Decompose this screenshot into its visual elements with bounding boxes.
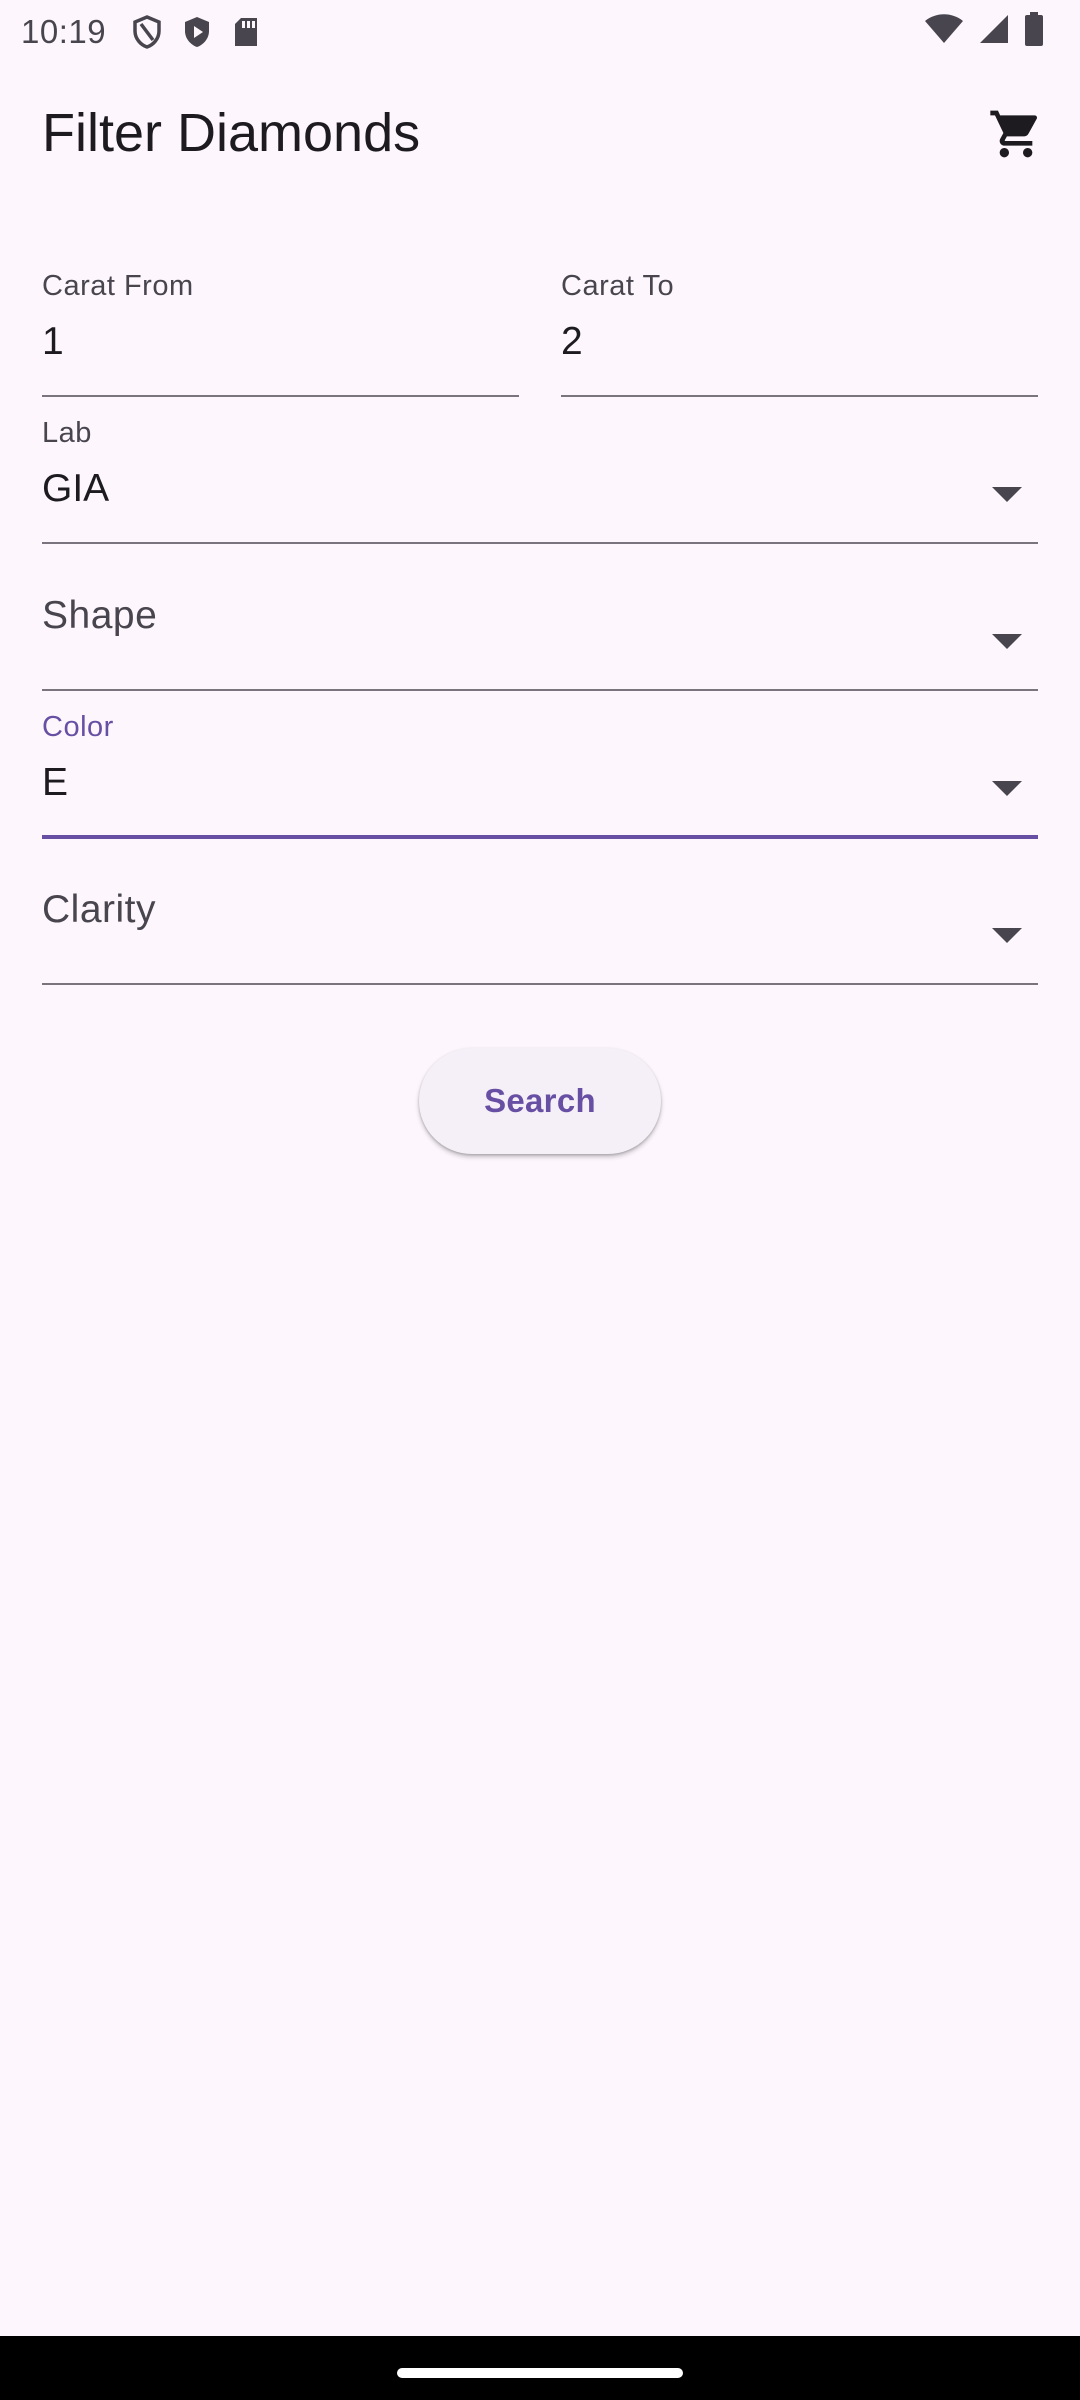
shield-play-icon xyxy=(182,15,212,49)
clarity-dropdown[interactable]: Clarity xyxy=(42,856,1038,986)
status-icons-right xyxy=(924,12,1044,46)
color-label: Color xyxy=(42,711,114,743)
carat-from-underline xyxy=(42,395,519,397)
status-time: 10:19 xyxy=(21,13,107,50)
color-value: E xyxy=(42,761,69,804)
color-dropdown[interactable]: Color E xyxy=(42,709,1038,841)
carat-from-label: Carat From xyxy=(42,270,194,302)
clarity-dropdown-arrow-icon xyxy=(992,928,1022,943)
lab-dropdown-arrow-icon xyxy=(992,487,1022,502)
carat-from-field[interactable]: Carat From 1 xyxy=(42,268,519,398)
shape-underline xyxy=(42,689,1038,691)
cart-button[interactable] xyxy=(980,100,1052,172)
sd-card-icon xyxy=(232,16,260,48)
shape-label: Shape xyxy=(42,594,158,637)
wifi-icon xyxy=(924,13,964,45)
shopping-cart-icon xyxy=(988,106,1044,167)
color-dropdown-arrow-icon xyxy=(992,781,1022,796)
status-bar: 10:19 xyxy=(0,0,1080,64)
search-button[interactable]: Search xyxy=(419,1048,661,1154)
battery-icon xyxy=(1024,12,1044,46)
clarity-label: Clarity xyxy=(42,888,157,931)
navigation-bar xyxy=(0,2336,1080,2400)
signal-icon xyxy=(978,13,1010,45)
lab-value: GIA xyxy=(42,467,110,510)
color-underline xyxy=(42,835,1038,839)
status-icons-left xyxy=(132,15,260,49)
shape-dropdown-arrow-icon xyxy=(992,634,1022,649)
clarity-underline xyxy=(42,983,1038,985)
carat-to-value: 2 xyxy=(561,320,583,363)
carat-from-value: 1 xyxy=(42,320,64,363)
carat-to-field[interactable]: Carat To 2 xyxy=(561,268,1038,398)
page-title: Filter Diamonds xyxy=(42,103,421,163)
carat-to-label: Carat To xyxy=(561,270,675,302)
app-bar: Filter Diamonds xyxy=(0,64,1080,204)
lab-dropdown[interactable]: Lab GIA xyxy=(42,415,1038,545)
carat-to-underline xyxy=(561,395,1038,397)
shape-dropdown[interactable]: Shape xyxy=(42,562,1038,692)
home-gesture-handle[interactable] xyxy=(397,2368,683,2378)
shield-outline-icon xyxy=(132,15,162,49)
lab-label: Lab xyxy=(42,417,92,449)
lab-underline xyxy=(42,542,1038,544)
